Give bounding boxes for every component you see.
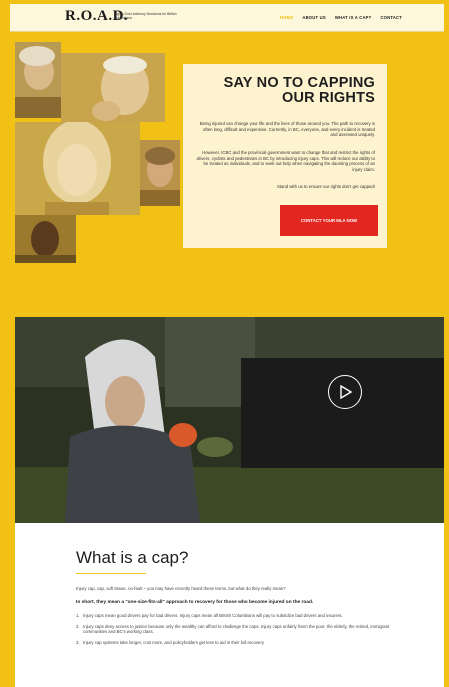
hero-card: SAY NO TO CAPPING OUR RIGHTS Being injur…: [183, 64, 387, 248]
hero-paragraph-1: Being injured can change your life and t…: [199, 121, 375, 137]
nav-about-us[interactable]: ABOUT US: [302, 15, 325, 20]
title-underline: [76, 573, 146, 574]
section-title: What is a cap?: [76, 548, 189, 567]
list-item: 1. Injury caps mean good drivers pay for …: [76, 613, 343, 618]
contact-mla-button[interactable]: CONTACT YOUR MLA NOW: [280, 205, 378, 236]
main-nav: HOME ABOUT US WHAT IS A CAP? CONTACT: [280, 15, 402, 20]
portrait-young-man: [15, 215, 76, 263]
section-summary: In short, they mean a "one-size-fits-all…: [76, 600, 314, 605]
section-intro: Injury cap, cap, soft tissue, no-fault –…: [76, 586, 286, 591]
nav-home[interactable]: HOME: [280, 15, 293, 20]
portrait-older-woman: [140, 140, 180, 206]
portrait-elderly-woman: [15, 42, 61, 118]
list-item: 3. Injury cap systems take longer, cost m…: [76, 639, 265, 645]
play-button[interactable]: [328, 375, 362, 409]
hero-paragraph-3: Stand with us to ensure our rights don't…: [276, 184, 375, 189]
nav-contact[interactable]: CONTACT: [380, 15, 402, 20]
site-tagline: Rights Over Advisory Decisions for Briti…: [114, 12, 177, 20]
hero-paragraph-2: However, ICBC and the provincial governm…: [196, 150, 375, 172]
play-icon: [340, 385, 352, 399]
cap-points-list: 1. Injury caps mean good drivers pay for …: [76, 613, 406, 650]
portrait-blonde-woman: [15, 122, 140, 215]
site-header: R.O.A.D. Rights Over Advisory Decisions …: [10, 4, 444, 32]
portrait-elderly-man: [61, 53, 165, 122]
hero-title: SAY NO TO CAPPING OUR RIGHTS: [223, 75, 375, 106]
list-item: 2. Injury caps deny access to justice bec…: [76, 623, 390, 635]
nav-what-is-a-cap[interactable]: WHAT IS A CAP?: [335, 15, 372, 20]
what-is-a-cap-section: What is a cap? Injury cap, cap, soft tis…: [15, 523, 444, 687]
